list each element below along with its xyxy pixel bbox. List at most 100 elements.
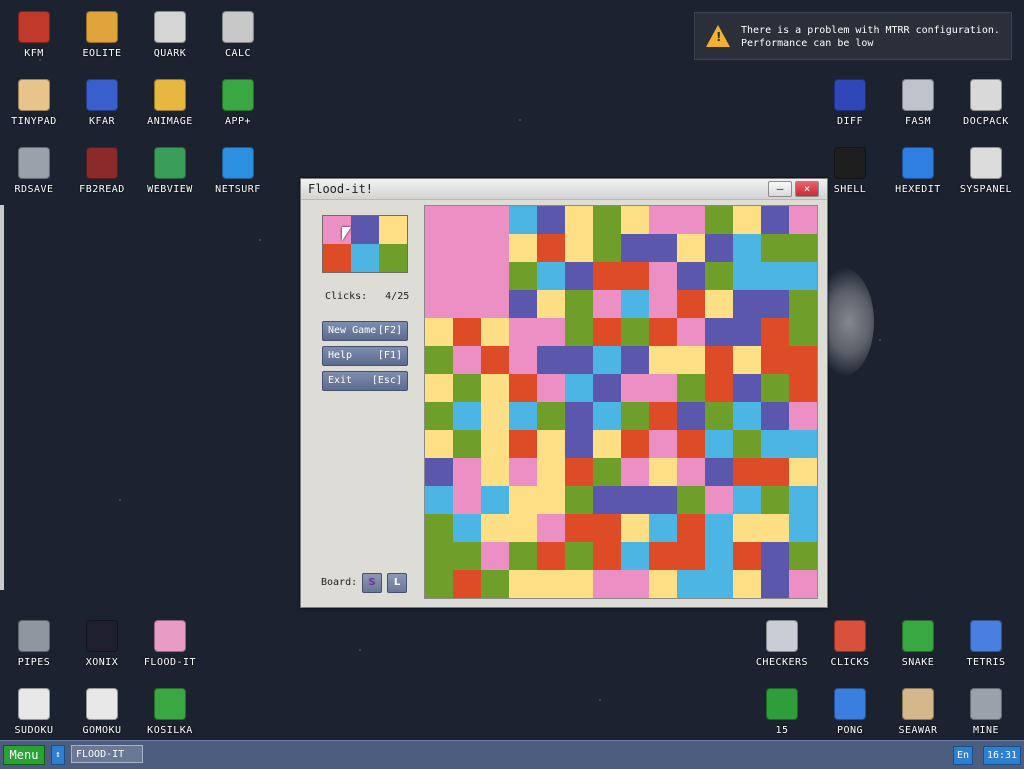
- board-cell[interactable]: [649, 374, 677, 402]
- board-cell[interactable]: [593, 374, 621, 402]
- board-cell[interactable]: [621, 206, 649, 234]
- board-cell[interactable]: [425, 318, 453, 346]
- board-cell[interactable]: [733, 542, 761, 570]
- board-cell[interactable]: [453, 486, 481, 514]
- board-cell[interactable]: [425, 570, 453, 598]
- board-cell[interactable]: [649, 262, 677, 290]
- board-cell[interactable]: [705, 290, 733, 318]
- board-cell[interactable]: [761, 206, 789, 234]
- board-cell[interactable]: [649, 570, 677, 598]
- board-cell[interactable]: [761, 430, 789, 458]
- board-cell[interactable]: [481, 374, 509, 402]
- board-cell[interactable]: [565, 318, 593, 346]
- board-cell[interactable]: [677, 542, 705, 570]
- board-cell[interactable]: [621, 430, 649, 458]
- board-cell[interactable]: [425, 374, 453, 402]
- board-cell[interactable]: [761, 570, 789, 598]
- board-cell[interactable]: [789, 542, 817, 570]
- board-cell[interactable]: [565, 290, 593, 318]
- board-cell[interactable]: [705, 514, 733, 542]
- board-cell[interactable]: [593, 318, 621, 346]
- fb2read-shortcut[interactable]: FB2READ: [68, 139, 136, 201]
- board-cell[interactable]: [677, 570, 705, 598]
- board-cell[interactable]: [705, 430, 733, 458]
- board-cell[interactable]: [677, 318, 705, 346]
- syspanel-shortcut[interactable]: SYSPANEL: [952, 139, 1020, 201]
- board-cell[interactable]: [565, 262, 593, 290]
- board-cell[interactable]: [509, 290, 537, 318]
- color-swatch[interactable]: [323, 244, 351, 272]
- color-swatch[interactable]: [379, 216, 407, 244]
- animage-shortcut[interactable]: ANIMAGE: [136, 71, 204, 133]
- board-cell[interactable]: [789, 374, 817, 402]
- board-cell[interactable]: [509, 318, 537, 346]
- board-cell[interactable]: [677, 486, 705, 514]
- board-cell[interactable]: [537, 262, 565, 290]
- board-cell[interactable]: [537, 486, 565, 514]
- board-cell[interactable]: [733, 346, 761, 374]
- board-cell[interactable]: [453, 346, 481, 374]
- board-cell[interactable]: [621, 542, 649, 570]
- board-cell[interactable]: [705, 458, 733, 486]
- board-cell[interactable]: [593, 346, 621, 374]
- board-cell[interactable]: [537, 346, 565, 374]
- board-cell[interactable]: [565, 346, 593, 374]
- board-cell[interactable]: [761, 514, 789, 542]
- board-cell[interactable]: [453, 262, 481, 290]
- checkers-shortcut[interactable]: CHECKERS: [748, 612, 816, 674]
- board-cell[interactable]: [789, 458, 817, 486]
- exit-button[interactable]: Exit [Esc]: [322, 371, 408, 391]
- board-cell[interactable]: [789, 262, 817, 290]
- board-cell[interactable]: [537, 570, 565, 598]
- board-cell[interactable]: [481, 570, 509, 598]
- board-cell[interactable]: [565, 402, 593, 430]
- pong-shortcut[interactable]: PONG: [816, 680, 884, 742]
- board-cell[interactable]: [733, 318, 761, 346]
- board-cell[interactable]: [425, 234, 453, 262]
- board-cell[interactable]: [649, 430, 677, 458]
- board-cell[interactable]: [593, 262, 621, 290]
- board-cell[interactable]: [733, 486, 761, 514]
- board-cell[interactable]: [677, 374, 705, 402]
- board-cell[interactable]: [733, 402, 761, 430]
- board-cell[interactable]: [761, 458, 789, 486]
- board-cell[interactable]: [705, 262, 733, 290]
- board-cell[interactable]: [677, 430, 705, 458]
- board-cell[interactable]: [677, 346, 705, 374]
- board-cell[interactable]: [593, 290, 621, 318]
- board-cell[interactable]: [761, 374, 789, 402]
- board-cell[interactable]: [621, 374, 649, 402]
- rdsave-shortcut[interactable]: RDSAVE: [0, 139, 68, 201]
- board-cell[interactable]: [621, 318, 649, 346]
- board-cell[interactable]: [593, 206, 621, 234]
- board-cell[interactable]: [789, 318, 817, 346]
- board-cell[interactable]: [453, 542, 481, 570]
- window-titlebar[interactable]: Flood-it! – ×: [301, 179, 827, 200]
- board-cell[interactable]: [593, 570, 621, 598]
- minimize-button[interactable]: –: [768, 181, 792, 197]
- board-cell[interactable]: [649, 290, 677, 318]
- board-cell[interactable]: [733, 430, 761, 458]
- board-large-button[interactable]: L: [387, 573, 407, 593]
- board-cell[interactable]: [733, 374, 761, 402]
- board-cell[interactable]: [481, 346, 509, 374]
- board-cell[interactable]: [621, 290, 649, 318]
- board-cell[interactable]: [733, 570, 761, 598]
- board-cell[interactable]: [537, 290, 565, 318]
- board-cell[interactable]: [481, 430, 509, 458]
- board-cell[interactable]: [733, 262, 761, 290]
- board-cell[interactable]: [705, 570, 733, 598]
- board-cell[interactable]: [705, 402, 733, 430]
- board-cell[interactable]: [677, 402, 705, 430]
- board-cell[interactable]: [481, 318, 509, 346]
- board-cell[interactable]: [705, 374, 733, 402]
- board-cell[interactable]: [537, 542, 565, 570]
- board-cell[interactable]: [761, 542, 789, 570]
- mine-shortcut[interactable]: MINE: [952, 680, 1020, 742]
- hexedit-shortcut[interactable]: HEXEDIT: [884, 139, 952, 201]
- pipes-shortcut[interactable]: PIPES: [0, 612, 68, 674]
- board-cell[interactable]: [789, 486, 817, 514]
- board-cell[interactable]: [789, 346, 817, 374]
- board-cell[interactable]: [425, 206, 453, 234]
- board-cell[interactable]: [733, 290, 761, 318]
